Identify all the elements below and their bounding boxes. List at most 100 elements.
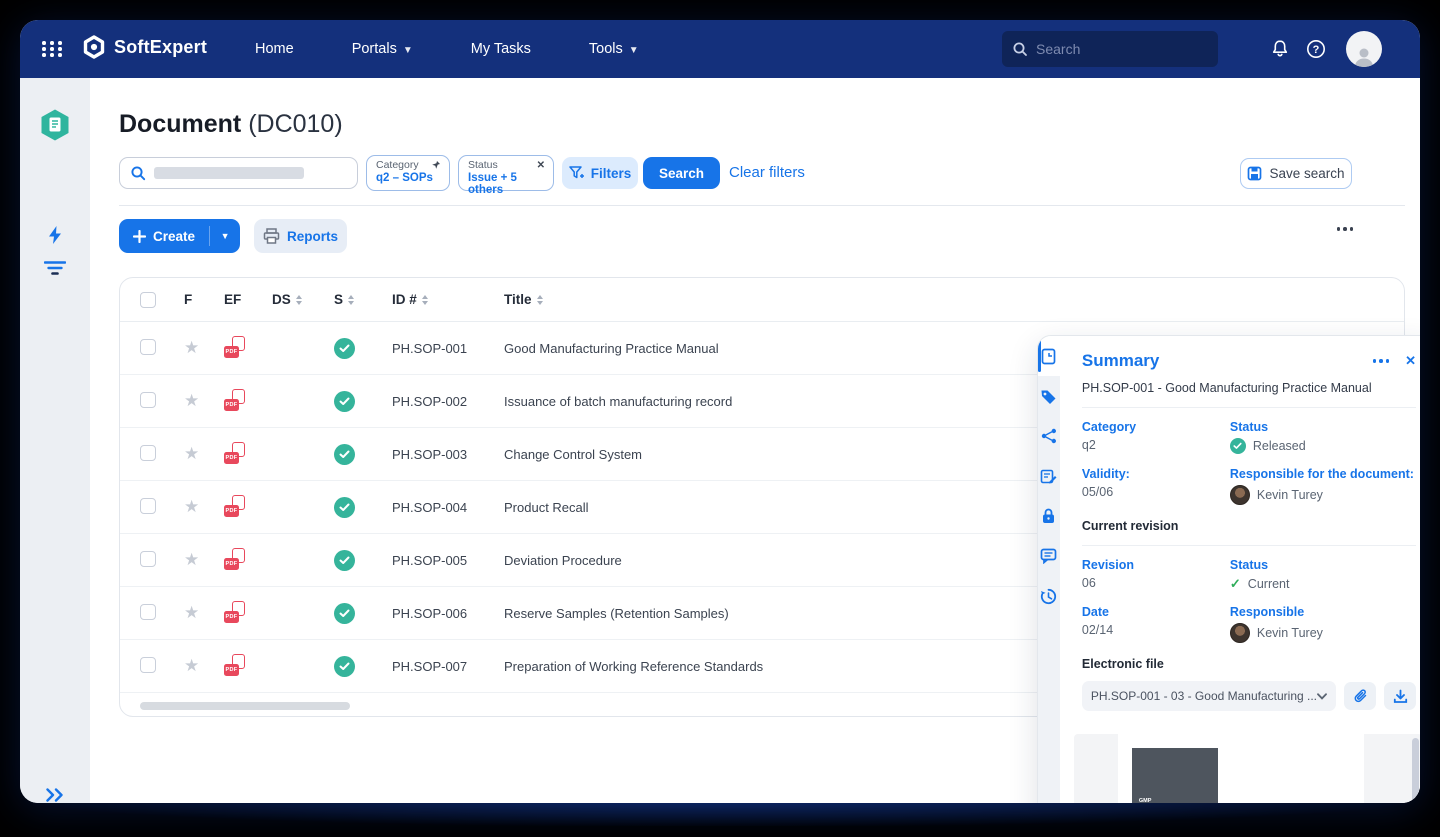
nav-item-tools[interactable]: Tools▼ <box>589 41 639 57</box>
nav-item-home[interactable]: Home <box>255 41 294 57</box>
global-search-input[interactable] <box>1036 41 1196 57</box>
file-version-select[interactable]: PH.SOP-001 - 03 - Good Manufacturing ... <box>1082 681 1336 711</box>
notifications-bell-icon[interactable] <box>1269 38 1291 60</box>
document-id[interactable]: PH.SOP-005 <box>392 553 504 568</box>
favorite-star-icon[interactable]: ★ <box>184 338 199 357</box>
sidebar-document-app-icon[interactable] <box>20 108 90 142</box>
more-options-icon[interactable] <box>1337 227 1354 231</box>
remove-filter-icon[interactable]: ✕ <box>537 160 545 171</box>
document-id[interactable]: PH.SOP-007 <box>392 659 504 674</box>
row-checkbox[interactable] <box>140 339 156 355</box>
summary-content: Summary ✕ PH.SOP-001 - Good Manufacturin… <box>1060 336 1420 803</box>
pin-icon[interactable] <box>431 160 441 170</box>
check-icon: ✓ <box>1230 576 1241 592</box>
tab-summary-document-icon[interactable] <box>1038 336 1060 376</box>
filter-chip-status[interactable]: Status ✕ Issue + 5 others <box>458 155 554 191</box>
section-divider <box>119 205 1405 206</box>
row-checkbox[interactable] <box>140 551 156 567</box>
column-header-favorite[interactable]: F <box>184 292 224 307</box>
document-id[interactable]: PH.SOP-004 <box>392 500 504 515</box>
summary-icon-strip <box>1038 336 1060 803</box>
nav-item-my-tasks[interactable]: My Tasks <box>471 41 531 57</box>
tab-lock-icon[interactable] <box>1038 496 1060 536</box>
summary-more-options-icon[interactable] <box>1373 359 1390 363</box>
row-checkbox[interactable] <box>140 445 156 461</box>
tab-comments-icon[interactable] <box>1038 536 1060 576</box>
search-icon <box>130 165 146 181</box>
column-header-electronic-file[interactable]: EF <box>224 292 272 307</box>
attachment-button[interactable] <box>1344 682 1376 710</box>
sidebar-filter-icon[interactable] <box>20 260 90 276</box>
pdf-file-icon[interactable]: PDF <box>224 654 245 676</box>
pdf-file-icon[interactable]: PDF <box>224 601 245 623</box>
sort-icon[interactable] <box>296 295 302 305</box>
tab-edit-document-icon[interactable] <box>1038 456 1060 496</box>
document-id[interactable]: PH.SOP-003 <box>392 447 504 462</box>
sort-icon[interactable] <box>537 295 543 305</box>
save-icon <box>1247 166 1262 181</box>
pdf-file-icon[interactable]: PDF <box>224 442 245 464</box>
pdf-file-icon[interactable]: PDF <box>224 495 245 517</box>
document-preview[interactable]: GMP Wendy's Food Good Manufacturing Prac… <box>1074 734 1420 803</box>
create-button[interactable]: Create ▼ <box>119 219 240 253</box>
printer-icon <box>263 228 280 244</box>
table-search-input[interactable] <box>119 157 358 189</box>
app-grid-icon[interactable] <box>42 41 64 57</box>
sidebar-expand-icon[interactable] <box>20 788 90 802</box>
tab-tag-icon[interactable] <box>1038 376 1060 416</box>
column-header-status[interactable]: S <box>334 292 392 307</box>
tab-history-icon[interactable] <box>1038 576 1060 616</box>
global-search-box[interactable] <box>1002 31 1218 67</box>
clear-filters-link[interactable]: Clear filters <box>729 164 805 181</box>
brand-name: SoftExpert <box>114 37 207 58</box>
document-id[interactable]: PH.SOP-006 <box>392 606 504 621</box>
help-icon[interactable]: ? <box>1305 38 1327 60</box>
user-avatar[interactable] <box>1346 31 1382 67</box>
field-revision: Revision 06 <box>1082 558 1230 592</box>
favorite-star-icon[interactable]: ★ <box>184 603 199 622</box>
search-button[interactable]: Search <box>643 157 720 189</box>
pdf-file-icon[interactable]: PDF <box>224 336 245 358</box>
nav-item-portals[interactable]: Portals▼ <box>352 41 413 57</box>
pdf-file-icon[interactable]: PDF <box>224 389 245 411</box>
field-responsible: Responsible Kevin Turey <box>1230 605 1416 643</box>
summary-subtitle: PH.SOP-001 - Good Manufacturing Practice… <box>1082 381 1416 395</box>
favorite-star-icon[interactable]: ★ <box>184 391 199 410</box>
left-sidebar <box>20 78 90 803</box>
column-header-title[interactable]: Title <box>504 292 1404 307</box>
column-header-ds[interactable]: DS <box>272 292 334 307</box>
row-checkbox[interactable] <box>140 657 156 673</box>
summary-close-icon[interactable]: ✕ <box>1405 353 1416 369</box>
document-id[interactable]: PH.SOP-002 <box>392 394 504 409</box>
field-responsible-document: Responsible for the document: Kevin Ture… <box>1230 467 1416 505</box>
vertical-scrollbar[interactable] <box>1412 738 1419 803</box>
filters-button[interactable]: Filters <box>562 157 638 189</box>
column-header-id[interactable]: ID # <box>392 292 504 307</box>
pdf-file-icon[interactable]: PDF <box>224 548 245 570</box>
sort-icon[interactable] <box>422 295 428 305</box>
screen-background: SoftExpert Home Portals▼ My Tasks Tools▼ <box>0 0 1440 837</box>
tab-share-icon[interactable] <box>1038 416 1060 456</box>
save-search-button[interactable]: Save search <box>1240 158 1352 189</box>
document-id[interactable]: PH.SOP-001 <box>392 341 504 356</box>
favorite-star-icon[interactable]: ★ <box>184 550 199 569</box>
create-dropdown-toggle[interactable]: ▼ <box>210 219 240 253</box>
download-button[interactable] <box>1384 682 1416 710</box>
select-all-checkbox[interactable] <box>140 292 156 308</box>
sidebar-quick-actions-icon[interactable] <box>20 225 90 245</box>
sort-icon[interactable] <box>348 295 354 305</box>
reports-button[interactable]: Reports <box>254 219 347 253</box>
brand-logo[interactable]: SoftExpert <box>82 35 207 59</box>
filter-bar: Category q2 – SOPs Status ✕ Issue + 5 ot… <box>119 155 1409 191</box>
horizontal-scrollbar[interactable] <box>140 702 350 710</box>
primary-nav: Home Portals▼ My Tasks Tools▼ <box>255 20 639 78</box>
favorite-star-icon[interactable]: ★ <box>184 656 199 675</box>
favorite-star-icon[interactable]: ★ <box>184 497 199 516</box>
row-checkbox[interactable] <box>140 498 156 514</box>
main-content: Document (DC010) Category <box>90 78 1420 803</box>
filter-chip-category[interactable]: Category q2 – SOPs <box>366 155 450 191</box>
row-checkbox[interactable] <box>140 604 156 620</box>
row-checkbox[interactable] <box>140 392 156 408</box>
favorite-star-icon[interactable]: ★ <box>184 444 199 463</box>
field-status: Status Released <box>1230 420 1416 454</box>
